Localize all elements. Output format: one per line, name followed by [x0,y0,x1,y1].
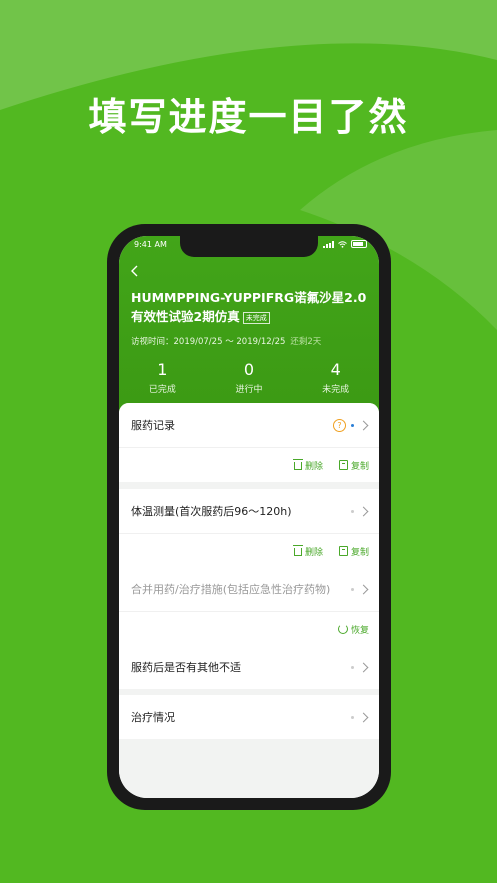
delete-button[interactable]: 删除 [292,545,323,558]
item-row-discomfort[interactable]: 服药后是否有其他不适 [119,645,379,689]
status-dot-icon [351,587,354,591]
item-row-treatment[interactable]: 治疗情况 [119,695,379,739]
stat-incomplete-label: 未完成 [322,385,350,395]
status-time: 9:41 AM [134,240,167,249]
stat-incomplete-num: 4 [330,360,341,379]
stat-in-progress[interactable]: 0 进行中 [206,360,293,395]
stat-completed-num: 1 [157,360,168,379]
stats-bar: 1 已完成 0 进行中 4 未完成 [119,360,379,395]
chevron-right-icon [358,662,369,672]
item-actions: 删除 复制 [119,533,379,568]
item-actions: 恢复 [119,611,379,646]
visit-remaining: 还剩2天 [290,337,322,347]
delete-label: 删除 [304,461,323,472]
form-list: 服药记录 ? 删除 复制 体温测量(首次服药后96～120h) 删除 复制 合并… [119,403,379,798]
copy-button[interactable]: 复制 [338,545,369,558]
trash-icon [292,545,303,556]
battery-icon [351,240,367,248]
copy-icon [338,460,348,470]
copy-label: 复制 [350,547,369,558]
headline: 填写进度一目了然 [88,95,409,139]
status-icons [323,240,367,248]
phone-notch [180,236,318,257]
copy-icon [338,546,348,556]
stat-completed-label: 已完成 [148,385,176,395]
phone-screen: 9:41 AM HUMMPPING-YUPPIFRG诺氟沙星2.0有效性试验2期… [119,236,379,798]
status-badge: 未完成 [242,311,270,324]
copy-label: 复制 [350,461,369,472]
chevron-right-icon [358,584,369,594]
visit-time-label: 访视时间：2019/07/25 ～ 2019/12/25 [131,337,286,347]
status-dot-icon [351,423,354,427]
status-dot-icon [351,509,354,513]
item-label: 体温测量(首次服药后96～120h) [131,505,292,518]
item-row-medication-record[interactable]: 服药记录 ? [119,403,379,447]
list-item: 合并用药/治疗措施(包括应急性治疗药物) 恢复 [119,567,379,646]
visit-time: 访视时间：2019/07/25 ～ 2019/12/25 还剩2天 [131,335,321,347]
list-item: 治疗情况 [119,695,379,739]
restore-label: 恢复 [350,625,369,636]
help-icon[interactable]: ? [333,418,346,432]
phone-frame: 9:41 AM HUMMPPING-YUPPIFRG诺氟沙星2.0有效性试验2期… [107,224,391,810]
trash-icon [292,459,303,470]
item-label: 合并用药/治疗措施(包括应急性治疗药物) [131,583,331,596]
chevron-right-icon [358,420,369,430]
status-dot-icon [351,665,354,669]
chevron-left-icon[interactable] [129,264,139,278]
list-item: 服药后是否有其他不适 [119,645,379,689]
status-dot-icon [351,715,354,719]
chevron-right-icon [358,506,369,516]
restore-icon [337,624,348,634]
stat-completed[interactable]: 1 已完成 [119,360,206,395]
item-actions: 删除 复制 [119,447,379,482]
delete-button[interactable]: 删除 [292,459,323,472]
list-item: 体温测量(首次服药后96～120h) 删除 复制 [119,489,379,568]
stat-in-progress-num: 0 [243,360,255,379]
restore-button[interactable]: 恢复 [337,623,369,636]
delete-label: 删除 [304,547,323,558]
page-title: HUMMPPING-YUPPIFRG诺氟沙星2.0有效性试验2期仿真 未完成 [131,288,371,326]
chevron-right-icon [358,712,369,722]
signal-icon [323,240,334,248]
item-label: 服药记录 [131,419,175,432]
wifi-icon [338,240,347,248]
item-label: 治疗情况 [131,711,175,724]
item-label: 服药后是否有其他不适 [131,661,241,674]
item-row-concomitant[interactable]: 合并用药/治疗措施(包括应急性治疗药物) [119,567,379,611]
stat-in-progress-label: 进行中 [235,385,263,395]
header-panel: 9:41 AM HUMMPPING-YUPPIFRG诺氟沙星2.0有效性试验2期… [119,236,379,412]
copy-button[interactable]: 复制 [338,459,369,472]
list-item: 服药记录 ? 删除 复制 [119,403,379,482]
stat-incomplete[interactable]: 4 未完成 [292,360,379,395]
item-row-temperature[interactable]: 体温测量(首次服药后96～120h) [119,489,379,533]
